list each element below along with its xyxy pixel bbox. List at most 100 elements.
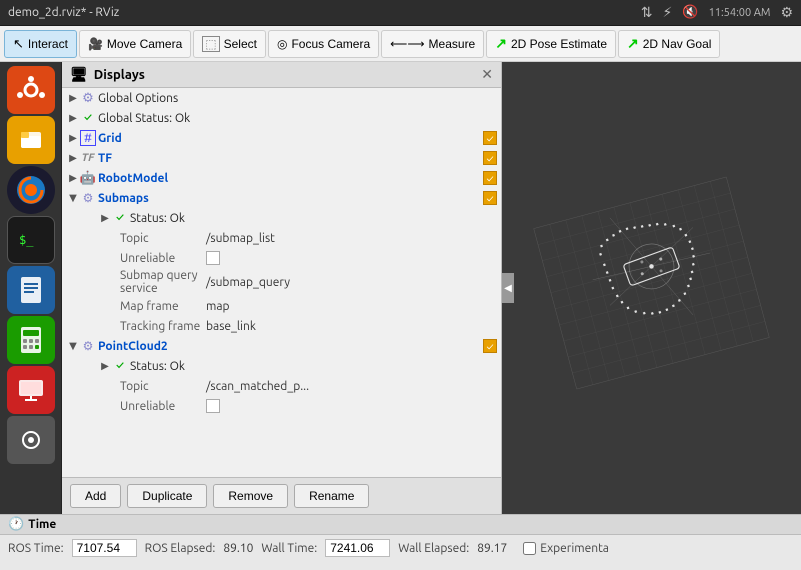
panels: 🖥 Displays ✕ ▶ ⚙ Global Options ▶ ✓ Glob… xyxy=(62,62,502,514)
main-area: $_ xyxy=(0,62,801,514)
settings-icon[interactable]: ⚙ xyxy=(780,4,793,21)
experimental-label[interactable]: Experimenta xyxy=(523,542,609,555)
submaps-unreliable-checkbox[interactable] xyxy=(206,251,220,265)
submaps-query-value: /submap_query xyxy=(206,276,497,289)
dock-text-icon[interactable] xyxy=(7,266,55,314)
displays-header: 🖥 Displays ✕ xyxy=(62,62,501,88)
dock-app-icon[interactable] xyxy=(7,416,55,464)
button-bar: Add Duplicate Remove Rename xyxy=(62,477,502,514)
arrow-pc2-status: ▶ xyxy=(98,359,112,373)
clock: 11:54:00 AM xyxy=(709,7,771,19)
select-icon: ⬚ xyxy=(202,36,219,52)
submaps-label: Submaps xyxy=(98,192,479,205)
move-camera-button[interactable]: 🎥 Move Camera xyxy=(79,30,191,58)
ros-time-input[interactable] xyxy=(72,539,137,557)
bluetooth-icon: ⚡ xyxy=(663,4,673,21)
toolbar: ↖ Interact 🎥 Move Camera ⬚ Select ◎ Focu… xyxy=(0,26,801,62)
experimental-text: Experimenta xyxy=(540,542,609,555)
displays-close-icon[interactable]: ✕ xyxy=(481,66,493,83)
svg-text:$_: $_ xyxy=(19,233,34,247)
tree-item-grid[interactable]: ▶ # Grid xyxy=(62,128,501,148)
tree-item-global-status[interactable]: ▶ ✓ Global Status: Ok xyxy=(62,108,501,128)
tree-item-submaps[interactable]: ▼ ⚙ Submaps xyxy=(62,188,501,208)
sound-mute-icon: 🔇 xyxy=(682,5,698,20)
tree-item-pointcloud2[interactable]: ▼ ⚙ PointCloud2 xyxy=(62,336,501,356)
measure-button[interactable]: ⟵⟶ Measure xyxy=(381,30,484,58)
dock-calc-icon[interactable] xyxy=(7,316,55,364)
duplicate-button[interactable]: Duplicate xyxy=(127,484,207,508)
robotmodel-icon: 🤖 xyxy=(80,170,96,186)
submaps-unreliable-label: Unreliable xyxy=(66,252,206,265)
tf-label: TF xyxy=(98,152,479,165)
tf-icon: TF xyxy=(80,150,96,166)
wall-elapsed-label: Wall Elapsed: xyxy=(398,542,469,555)
global-status-label: Global Status: Ok xyxy=(98,112,497,125)
submaps-mapframe-value: map xyxy=(206,300,497,313)
move-camera-label: Move Camera xyxy=(107,37,182,51)
displays-title: Displays xyxy=(94,68,145,82)
interact-button[interactable]: ↖ Interact xyxy=(4,30,77,58)
interact-icon: ↖ xyxy=(13,36,24,52)
rename-button[interactable]: Rename xyxy=(294,484,369,508)
3d-viewport[interactable]: ◀ xyxy=(502,62,801,514)
interact-label: Interact xyxy=(28,37,68,51)
pc2-unreliable-checkbox[interactable] xyxy=(206,399,220,413)
arrow-pointcloud2: ▼ xyxy=(66,339,80,353)
time-header-label: Time xyxy=(28,518,56,531)
pc2-unreliable-label: Unreliable xyxy=(66,400,206,413)
global-options-label: Global Options xyxy=(98,92,497,105)
pointcloud2-icon: ⚙ xyxy=(80,338,96,354)
measure-label: Measure xyxy=(429,37,476,51)
robotmodel-checkbox[interactable] xyxy=(483,171,497,185)
robotmodel-label: RobotModel xyxy=(98,172,479,185)
submaps-tracking-value: base_link xyxy=(206,320,497,333)
pc2-status-label: Status: Ok xyxy=(130,360,497,373)
submaps-status-label: Status: Ok xyxy=(130,212,497,225)
dock-firefox-icon[interactable] xyxy=(7,166,55,214)
pc2-topic-value: /scan_matched_p... xyxy=(206,380,497,393)
tree-item-pc2-status: ▶ ✓ Status: Ok xyxy=(62,356,501,376)
tree-item-robotmodel[interactable]: ▶ 🤖 RobotModel xyxy=(62,168,501,188)
pose-icon: ↗ xyxy=(495,35,507,52)
displays-content[interactable]: ▶ ⚙ Global Options ▶ ✓ Global Status: Ok… xyxy=(62,88,501,477)
remove-button[interactable]: Remove xyxy=(213,484,288,508)
tree-item-global-options[interactable]: ▶ ⚙ Global Options xyxy=(62,88,501,108)
ros-elapsed-value: 89.10 xyxy=(223,542,253,555)
dock-present-icon[interactable] xyxy=(7,366,55,414)
dock-ubuntu-icon[interactable] xyxy=(7,66,55,114)
submaps-checkbox[interactable] xyxy=(483,191,497,205)
submaps-topic-label: Topic xyxy=(66,232,206,245)
dock-terminal-icon[interactable]: $_ xyxy=(7,216,55,264)
select-button[interactable]: ⬚ Select xyxy=(193,30,266,58)
dock-files-icon[interactable] xyxy=(7,116,55,164)
add-button[interactable]: Add xyxy=(70,484,121,508)
arrow-global-status: ▶ xyxy=(66,111,80,125)
submaps-status-icon: ✓ xyxy=(112,210,128,226)
pointcloud2-checkbox[interactable] xyxy=(483,339,497,353)
pose-estimate-button[interactable]: ↗ 2D Pose Estimate xyxy=(486,30,616,58)
submaps-mapframe-label: Map frame xyxy=(66,300,206,313)
grid-icon: # xyxy=(80,130,96,146)
arrow-global-options: ▶ xyxy=(66,91,80,105)
pose-estimate-label: 2D Pose Estimate xyxy=(511,37,607,51)
arrow-robotmodel: ▶ xyxy=(66,171,80,185)
arrow-tf: ▶ xyxy=(66,151,80,165)
move-camera-icon: 🎥 xyxy=(88,37,103,51)
arrow-submaps-status: ▶ xyxy=(98,211,112,225)
tf-checkbox[interactable] xyxy=(483,151,497,165)
displays-panel: 🖥 Displays ✕ ▶ ⚙ Global Options ▶ ✓ Glob… xyxy=(62,62,502,477)
experimental-checkbox[interactable] xyxy=(523,542,536,555)
pc2-topic-row: Topic /scan_matched_p... xyxy=(62,376,501,396)
pc2-unreliable-row: Unreliable xyxy=(62,396,501,416)
submaps-unreliable-row: Unreliable xyxy=(62,248,501,268)
titlebar-left: demo_2d.rviz* - RViz xyxy=(8,6,119,19)
viewport-scene xyxy=(502,62,801,514)
focus-camera-button[interactable]: ◎ Focus Camera xyxy=(268,30,379,58)
wall-time-input[interactable] xyxy=(325,539,390,557)
tree-item-tf[interactable]: ▶ TF TF xyxy=(62,148,501,168)
arrow-grid: ▶ xyxy=(66,131,80,145)
nav-goal-button[interactable]: ↗ 2D Nav Goal xyxy=(618,30,720,58)
grid-checkbox[interactable] xyxy=(483,131,497,145)
panel-resize-handle[interactable]: ◀ xyxy=(502,273,514,303)
submaps-tracking-label: Tracking frame xyxy=(66,320,206,333)
